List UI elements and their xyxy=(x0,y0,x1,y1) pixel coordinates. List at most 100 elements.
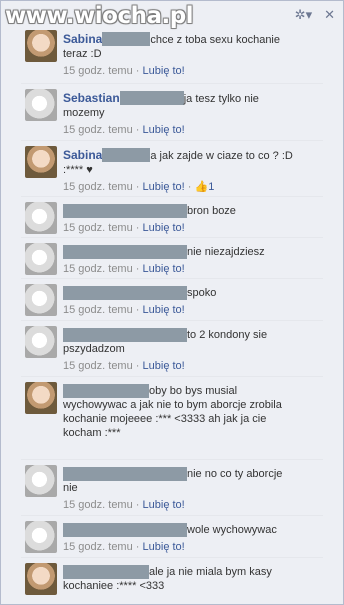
comment-meta: 15 godz. temu · Lubię to! xyxy=(63,499,319,512)
like-link[interactable]: Lubię to! xyxy=(143,304,185,316)
comment-text: a jak zajde w ciaze to co ? :D xyxy=(150,150,293,162)
like-link[interactable]: Lubię to! xyxy=(143,499,185,511)
comment-text: chce z toba sexu kochanie xyxy=(150,34,280,46)
comment-meta: 15 godz. temu · Lubię to! xyxy=(63,304,319,317)
comment-text: nie xyxy=(63,482,78,494)
comment-text: wole wychowywac xyxy=(187,524,277,536)
timestamp[interactable]: 15 godz. temu xyxy=(63,124,133,136)
comment-item: nie niezajdziesz 15 godz. temu · Lubię t… xyxy=(21,238,323,279)
redacted-surname xyxy=(102,32,151,46)
separator: · xyxy=(135,304,140,316)
thumbs-up-icon[interactable]: 👍 xyxy=(195,181,209,193)
avatar[interactable] xyxy=(25,146,57,178)
separator: · xyxy=(135,222,140,234)
comment-meta: 15 godz. temu · Lubię to! xyxy=(63,124,319,137)
avatar[interactable] xyxy=(25,30,57,62)
redacted-author-name xyxy=(63,286,187,300)
comments-window: www.wiocha.pl ✲▾ ✕ Sabina chce z toba sex… xyxy=(0,0,344,605)
comment-meta: 15 godz. temu · Lubię to! xyxy=(63,222,319,235)
author-name-link[interactable]: Sabina xyxy=(63,148,102,162)
redacted-surname xyxy=(119,91,184,105)
comment-item: nie no co ty aborcje nie 15 godz. temu ·… xyxy=(21,460,323,516)
comment-item: Sebastian ja tesz tylko nie mozemy 15 god… xyxy=(21,84,323,141)
redacted-author-name xyxy=(63,328,187,342)
comment-text: to 2 kondony sie xyxy=(187,329,268,341)
comment-text: bron boze xyxy=(187,205,236,217)
comment-text: kochaniee :**** <333 xyxy=(63,580,165,592)
close-icon[interactable]: ✕ xyxy=(324,7,335,23)
comment-text: teraz :D xyxy=(63,48,102,60)
comment-text: nie no co ty aborcje xyxy=(187,468,283,480)
comment-list: Sabina chce z toba sexu kochanie teraz :D… xyxy=(21,25,323,598)
redacted-author-name xyxy=(63,523,187,537)
like-link[interactable]: Lubię to! xyxy=(143,222,185,234)
avatar[interactable] xyxy=(25,326,57,358)
comment-meta: 15 godz. temu · Lubię to! · 👍1 xyxy=(63,181,319,194)
timestamp[interactable]: 15 godz. temu xyxy=(63,360,133,372)
redacted-author-name xyxy=(63,204,187,218)
comment-item: bron boze 15 godz. temu · Lubię to! xyxy=(21,197,323,238)
comment-text: kocham :*** xyxy=(63,427,121,439)
timestamp[interactable]: 15 godz. temu xyxy=(63,499,133,511)
avatar[interactable] xyxy=(25,465,57,497)
comment-item: spoko 15 godz. temu · Lubię to! xyxy=(21,279,323,321)
comment-text: nie niezajdziesz xyxy=(187,246,265,258)
avatar[interactable] xyxy=(25,284,57,316)
comment-item: Sabina chce z toba sexu kochanie teraz :D… xyxy=(21,25,323,84)
like-link[interactable]: Lubię to! xyxy=(143,65,185,77)
like-link[interactable]: Lubię to! xyxy=(143,124,185,136)
timestamp[interactable]: 15 godz. temu xyxy=(63,181,133,193)
comment-text: ja tesz tylko nie xyxy=(183,93,259,105)
comment-text: ale ja nie miala bym kasy xyxy=(149,566,272,578)
comment-text: kochanie mojeeee :*** <3333 ah jak ja ci… xyxy=(63,413,267,425)
comment-meta: 15 godz. temu · Lubię to! xyxy=(63,360,319,373)
separator: · xyxy=(135,124,140,136)
separator: · xyxy=(135,65,140,77)
comment-item: ale ja nie miala bym kasy kochaniee :***… xyxy=(21,558,323,598)
comment-item: wole wychowywac 15 godz. temu · Lubię to… xyxy=(21,516,323,558)
comment-text: oby bo bys musial xyxy=(149,385,238,397)
like-link[interactable]: Lubię to! xyxy=(143,181,185,193)
avatar[interactable] xyxy=(25,382,57,414)
site-watermark: www.wiocha.pl xyxy=(5,3,194,29)
comment-text: spoko xyxy=(187,287,217,299)
redacted-surname xyxy=(102,148,151,162)
separator: · xyxy=(135,181,140,193)
redacted-author-name xyxy=(63,384,149,398)
timestamp[interactable]: 15 godz. temu xyxy=(63,263,133,275)
comment-text: pszydadzom xyxy=(63,343,125,355)
author-name-link[interactable]: Sebastian xyxy=(63,91,120,105)
settings-gear-icon[interactable]: ✲▾ xyxy=(295,7,312,23)
redacted-author-name xyxy=(63,565,149,579)
like-link[interactable]: Lubię to! xyxy=(143,541,185,553)
avatar[interactable] xyxy=(25,521,57,553)
avatar[interactable] xyxy=(25,89,57,121)
author-name-link[interactable]: Sabina xyxy=(63,32,102,46)
redacted-author-name xyxy=(63,467,187,481)
comment-text: :**** ♥ xyxy=(63,164,93,176)
like-count[interactable]: 1 xyxy=(208,181,214,193)
avatar[interactable] xyxy=(25,202,57,234)
timestamp[interactable]: 15 godz. temu xyxy=(63,222,133,234)
comment-text: wychowywac a jak nie to bym aborcje zrob… xyxy=(63,399,282,411)
avatar[interactable] xyxy=(25,563,57,595)
timestamp[interactable]: 15 godz. temu xyxy=(63,65,133,77)
like-link[interactable]: Lubię to! xyxy=(143,360,185,372)
separator: · xyxy=(135,263,140,275)
separator: · xyxy=(187,181,192,193)
window-controls: ✲▾ ✕ xyxy=(295,7,335,23)
avatar[interactable] xyxy=(25,243,57,275)
timestamp[interactable]: 15 godz. temu xyxy=(63,541,133,553)
comment-item: to 2 kondony sie pszydadzom 15 godz. tem… xyxy=(21,321,323,377)
comment-meta: 15 godz. temu · Lubię to! xyxy=(63,263,319,276)
comment-meta: 15 godz. temu · Lubię to! xyxy=(63,65,319,78)
separator: · xyxy=(135,499,140,511)
comment-meta: 15 godz. temu · Lubię to! xyxy=(63,541,319,554)
redacted-author-name xyxy=(63,245,187,259)
comment-text: mozemy xyxy=(63,107,105,119)
separator: · xyxy=(135,360,140,372)
timestamp[interactable]: 15 godz. temu xyxy=(63,304,133,316)
separator: · xyxy=(135,541,140,553)
comment-item: Sabina a jak zajde w ciaze to co ? :D :**… xyxy=(21,141,323,197)
like-link[interactable]: Lubię to! xyxy=(143,263,185,275)
